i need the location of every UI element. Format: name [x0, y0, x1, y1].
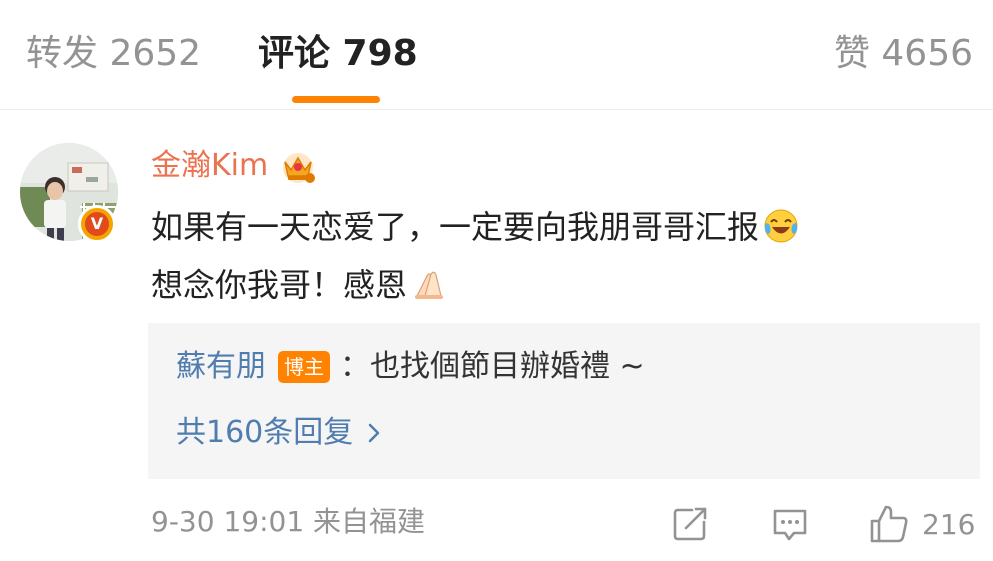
- verified-badge-icon: V: [78, 205, 116, 243]
- thumbs-up-icon: [870, 505, 908, 543]
- like-count: 216: [922, 507, 976, 541]
- laughing-crying-emoji: [764, 209, 798, 243]
- chevron-right-icon: [369, 423, 380, 443]
- reply-preview[interactable]: 蘇有朋 博主 ：也找個節目辦婚禮 ~ 共160条回复: [148, 323, 980, 479]
- comment-icon: [773, 509, 807, 541]
- tab-comments[interactable]: 评论 798: [258, 30, 418, 78]
- tab-reposts[interactable]: 转发 2652: [26, 30, 201, 78]
- folded-hands-emoji: [415, 271, 444, 299]
- reply-author[interactable]: 蘇有朋: [176, 347, 266, 387]
- reply-count: 共160条回复: [176, 415, 354, 450]
- comment-meta: 9-30 19:01 来自福建: [151, 502, 425, 542]
- like-button[interactable]: 216: [868, 502, 975, 546]
- comment-body: 如果有一天恋爱了，一定要向我朋哥哥汇报 想念你我哥！感恩: [151, 198, 931, 314]
- comment-text-line-1: 如果有一天恋爱了，一定要向我朋哥哥汇报: [151, 208, 760, 246]
- repost-icon: [673, 507, 707, 541]
- comment-username[interactable]: 金瀚Kim: [151, 146, 268, 186]
- blogger-badge: 博主: [278, 351, 330, 383]
- tab-likes[interactable]: 赞 4656: [834, 30, 973, 78]
- active-tab-indicator: [292, 96, 380, 103]
- comment-text-line-2: 想念你我哥！感恩: [151, 266, 408, 304]
- comment-timestamp: 9-30 19:01: [151, 505, 305, 538]
- comment-button[interactable]: [770, 502, 810, 546]
- comment-location: 来自福建: [313, 505, 426, 538]
- view-replies-link[interactable]: 共160条回复: [176, 413, 381, 453]
- repost-button[interactable]: [670, 502, 710, 546]
- vip-crown-icon: [283, 153, 316, 183]
- reply-text: ：也找個節目辦婚禮 ~: [340, 349, 645, 384]
- tab-bar: 转发 2652 评论 798 赞 4656: [0, 0, 993, 110]
